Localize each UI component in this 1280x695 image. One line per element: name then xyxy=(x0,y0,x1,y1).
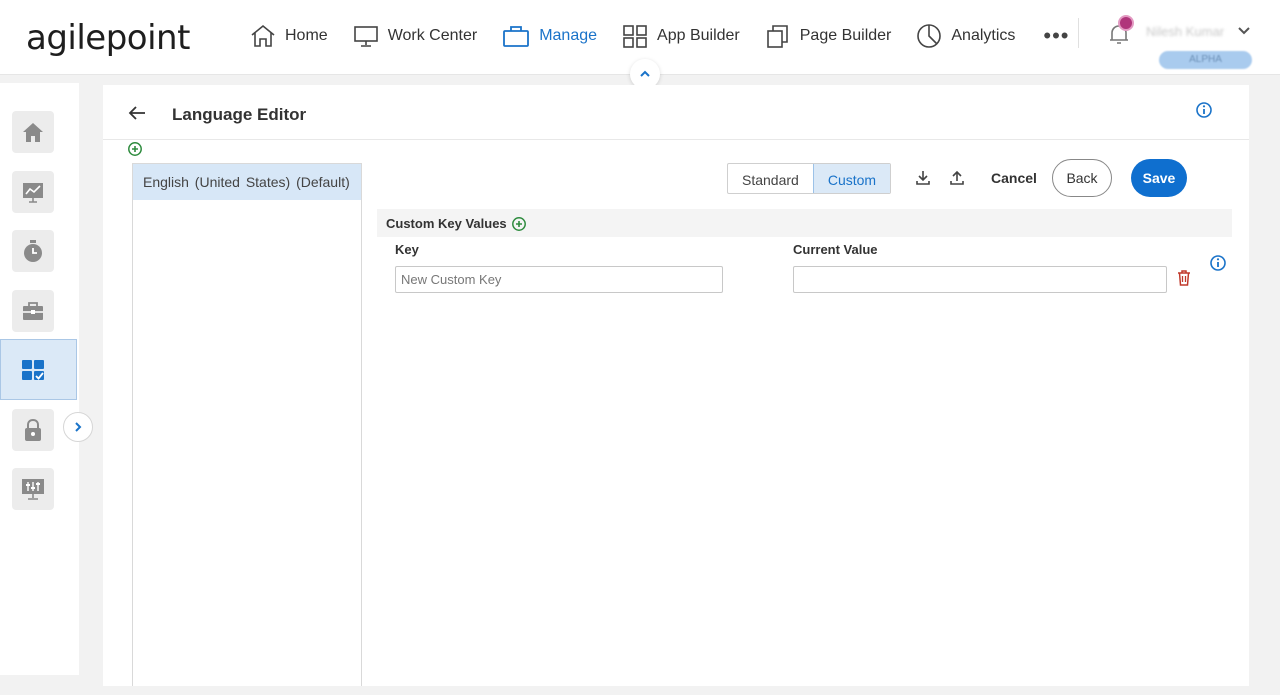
cancel-button[interactable]: Cancel xyxy=(991,170,1037,186)
home-icon xyxy=(251,24,275,47)
more-menu-icon[interactable]: ••• xyxy=(1043,23,1069,49)
sidebar-item-security[interactable] xyxy=(12,409,54,451)
pages-icon xyxy=(766,25,788,48)
key-type-toggle: Standard Custom xyxy=(727,163,892,194)
main-nav: Home Work Center Manage App Builder Page… xyxy=(250,20,1070,52)
lock-icon xyxy=(25,418,41,441)
add-custom-key-icon[interactable] xyxy=(511,216,527,232)
timer-icon xyxy=(24,240,42,262)
notification-badge xyxy=(1118,15,1134,31)
back-arrow-icon[interactable] xyxy=(127,104,147,122)
apps-check-icon xyxy=(22,360,44,380)
user-name[interactable]: Nilesh Kumar xyxy=(1146,24,1224,39)
nav-work-center-label: Work Center xyxy=(387,27,478,44)
sidebar-item-manage-apps[interactable] xyxy=(12,349,54,391)
toolbox-icon xyxy=(23,302,43,320)
nav-app-builder[interactable]: App Builder xyxy=(622,20,740,52)
upload-icon[interactable] xyxy=(948,169,966,187)
briefcase-icon xyxy=(503,26,530,47)
standard-tab[interactable]: Standard xyxy=(728,164,813,193)
page-title: Language Editor xyxy=(172,105,307,124)
grid-icon xyxy=(623,25,647,48)
language-item-english-us[interactable]: English (United States) (Default) xyxy=(133,164,361,200)
info-icon[interactable] xyxy=(1195,101,1213,119)
current-value-input[interactable] xyxy=(793,266,1167,293)
nav-manage[interactable]: Manage xyxy=(502,20,597,52)
chevron-right-icon xyxy=(75,422,82,432)
language-editor-panel: Language Editor English (United States) … xyxy=(103,85,1249,686)
nav-analytics-label: Analytics xyxy=(951,27,1016,44)
sidebar-item-tools[interactable] xyxy=(12,290,54,332)
info-icon[interactable] xyxy=(1209,254,1227,272)
nav-home-label: Home xyxy=(285,27,328,44)
nav-app-builder-label: App Builder xyxy=(657,27,740,44)
add-language-icon[interactable] xyxy=(127,141,143,157)
nav-page-builder[interactable]: Page Builder xyxy=(765,20,892,52)
chevron-down-icon[interactable] xyxy=(1237,25,1251,37)
custom-tab[interactable]: Custom xyxy=(812,164,891,193)
nav-manage-label: Manage xyxy=(539,27,598,44)
sidebar-item-reports[interactable] xyxy=(12,171,54,213)
custom-key-input[interactable] xyxy=(395,266,723,293)
home-icon xyxy=(23,123,43,142)
save-button[interactable]: Save xyxy=(1131,159,1187,197)
monitor-icon xyxy=(353,26,378,47)
title-divider xyxy=(103,139,1249,140)
nav-page-builder-label: Page Builder xyxy=(799,27,892,44)
left-sidebar xyxy=(0,83,93,675)
header-divider xyxy=(1078,18,1079,48)
expand-sidebar-button[interactable] xyxy=(63,412,93,442)
role-badge: ALPHA xyxy=(1159,51,1252,69)
section-title: Custom Key Values xyxy=(386,216,507,231)
key-column-header: Key xyxy=(395,242,419,257)
nav-work-center[interactable]: Work Center xyxy=(353,20,478,52)
agilepoint-logo[interactable]: agilepoint xyxy=(26,18,190,58)
sidebar-item-system[interactable] xyxy=(12,468,54,510)
chevron-up-icon xyxy=(640,70,650,77)
back-button[interactable]: Back xyxy=(1052,159,1112,197)
delete-icon[interactable] xyxy=(1176,269,1192,287)
sidebar-item-home[interactable] xyxy=(12,111,54,153)
download-icon[interactable] xyxy=(914,169,932,187)
custom-key-values-header: Custom Key Values xyxy=(377,209,1232,237)
current-value-column-header: Current Value xyxy=(793,242,878,257)
chart-icon xyxy=(23,183,43,203)
nav-analytics[interactable]: Analytics xyxy=(916,20,1015,52)
language-list: English (United States) (Default) xyxy=(132,163,362,686)
nav-home[interactable]: Home xyxy=(250,20,328,52)
monitor-settings-icon xyxy=(22,479,44,500)
sidebar-item-timer[interactable] xyxy=(12,230,54,272)
pie-icon xyxy=(917,24,942,48)
